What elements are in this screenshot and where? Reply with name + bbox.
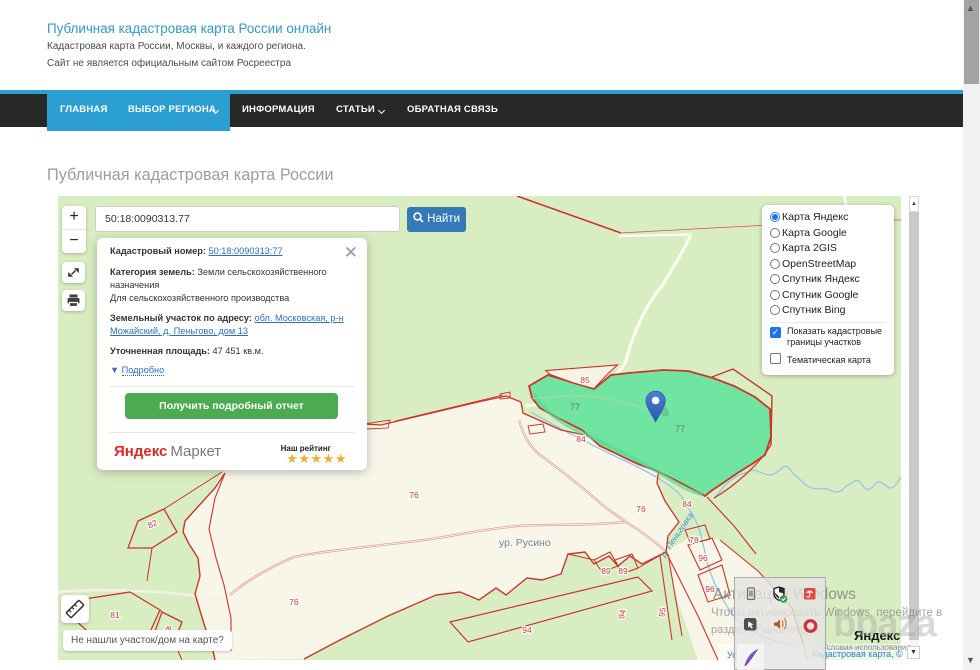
svg-text:77: 77	[675, 424, 685, 434]
svg-text:76: 76	[636, 504, 646, 514]
svg-text:76: 76	[289, 597, 299, 607]
svg-text:94: 94	[522, 625, 532, 635]
svg-text:84: 84	[576, 434, 586, 444]
svg-text:89: 89	[618, 566, 628, 576]
svg-text:78: 78	[689, 535, 699, 545]
svg-text:89: 89	[601, 566, 611, 576]
svg-text:ур. Русино: ур. Русино	[499, 537, 551, 549]
svg-text:84: 84	[682, 499, 692, 509]
svg-text:95: 95	[656, 606, 668, 617]
svg-text:81: 81	[110, 610, 120, 620]
svg-text:77: 77	[570, 402, 580, 412]
svg-text:96: 96	[698, 553, 708, 563]
svg-text:85: 85	[580, 375, 590, 385]
svg-text:76: 76	[409, 490, 419, 500]
